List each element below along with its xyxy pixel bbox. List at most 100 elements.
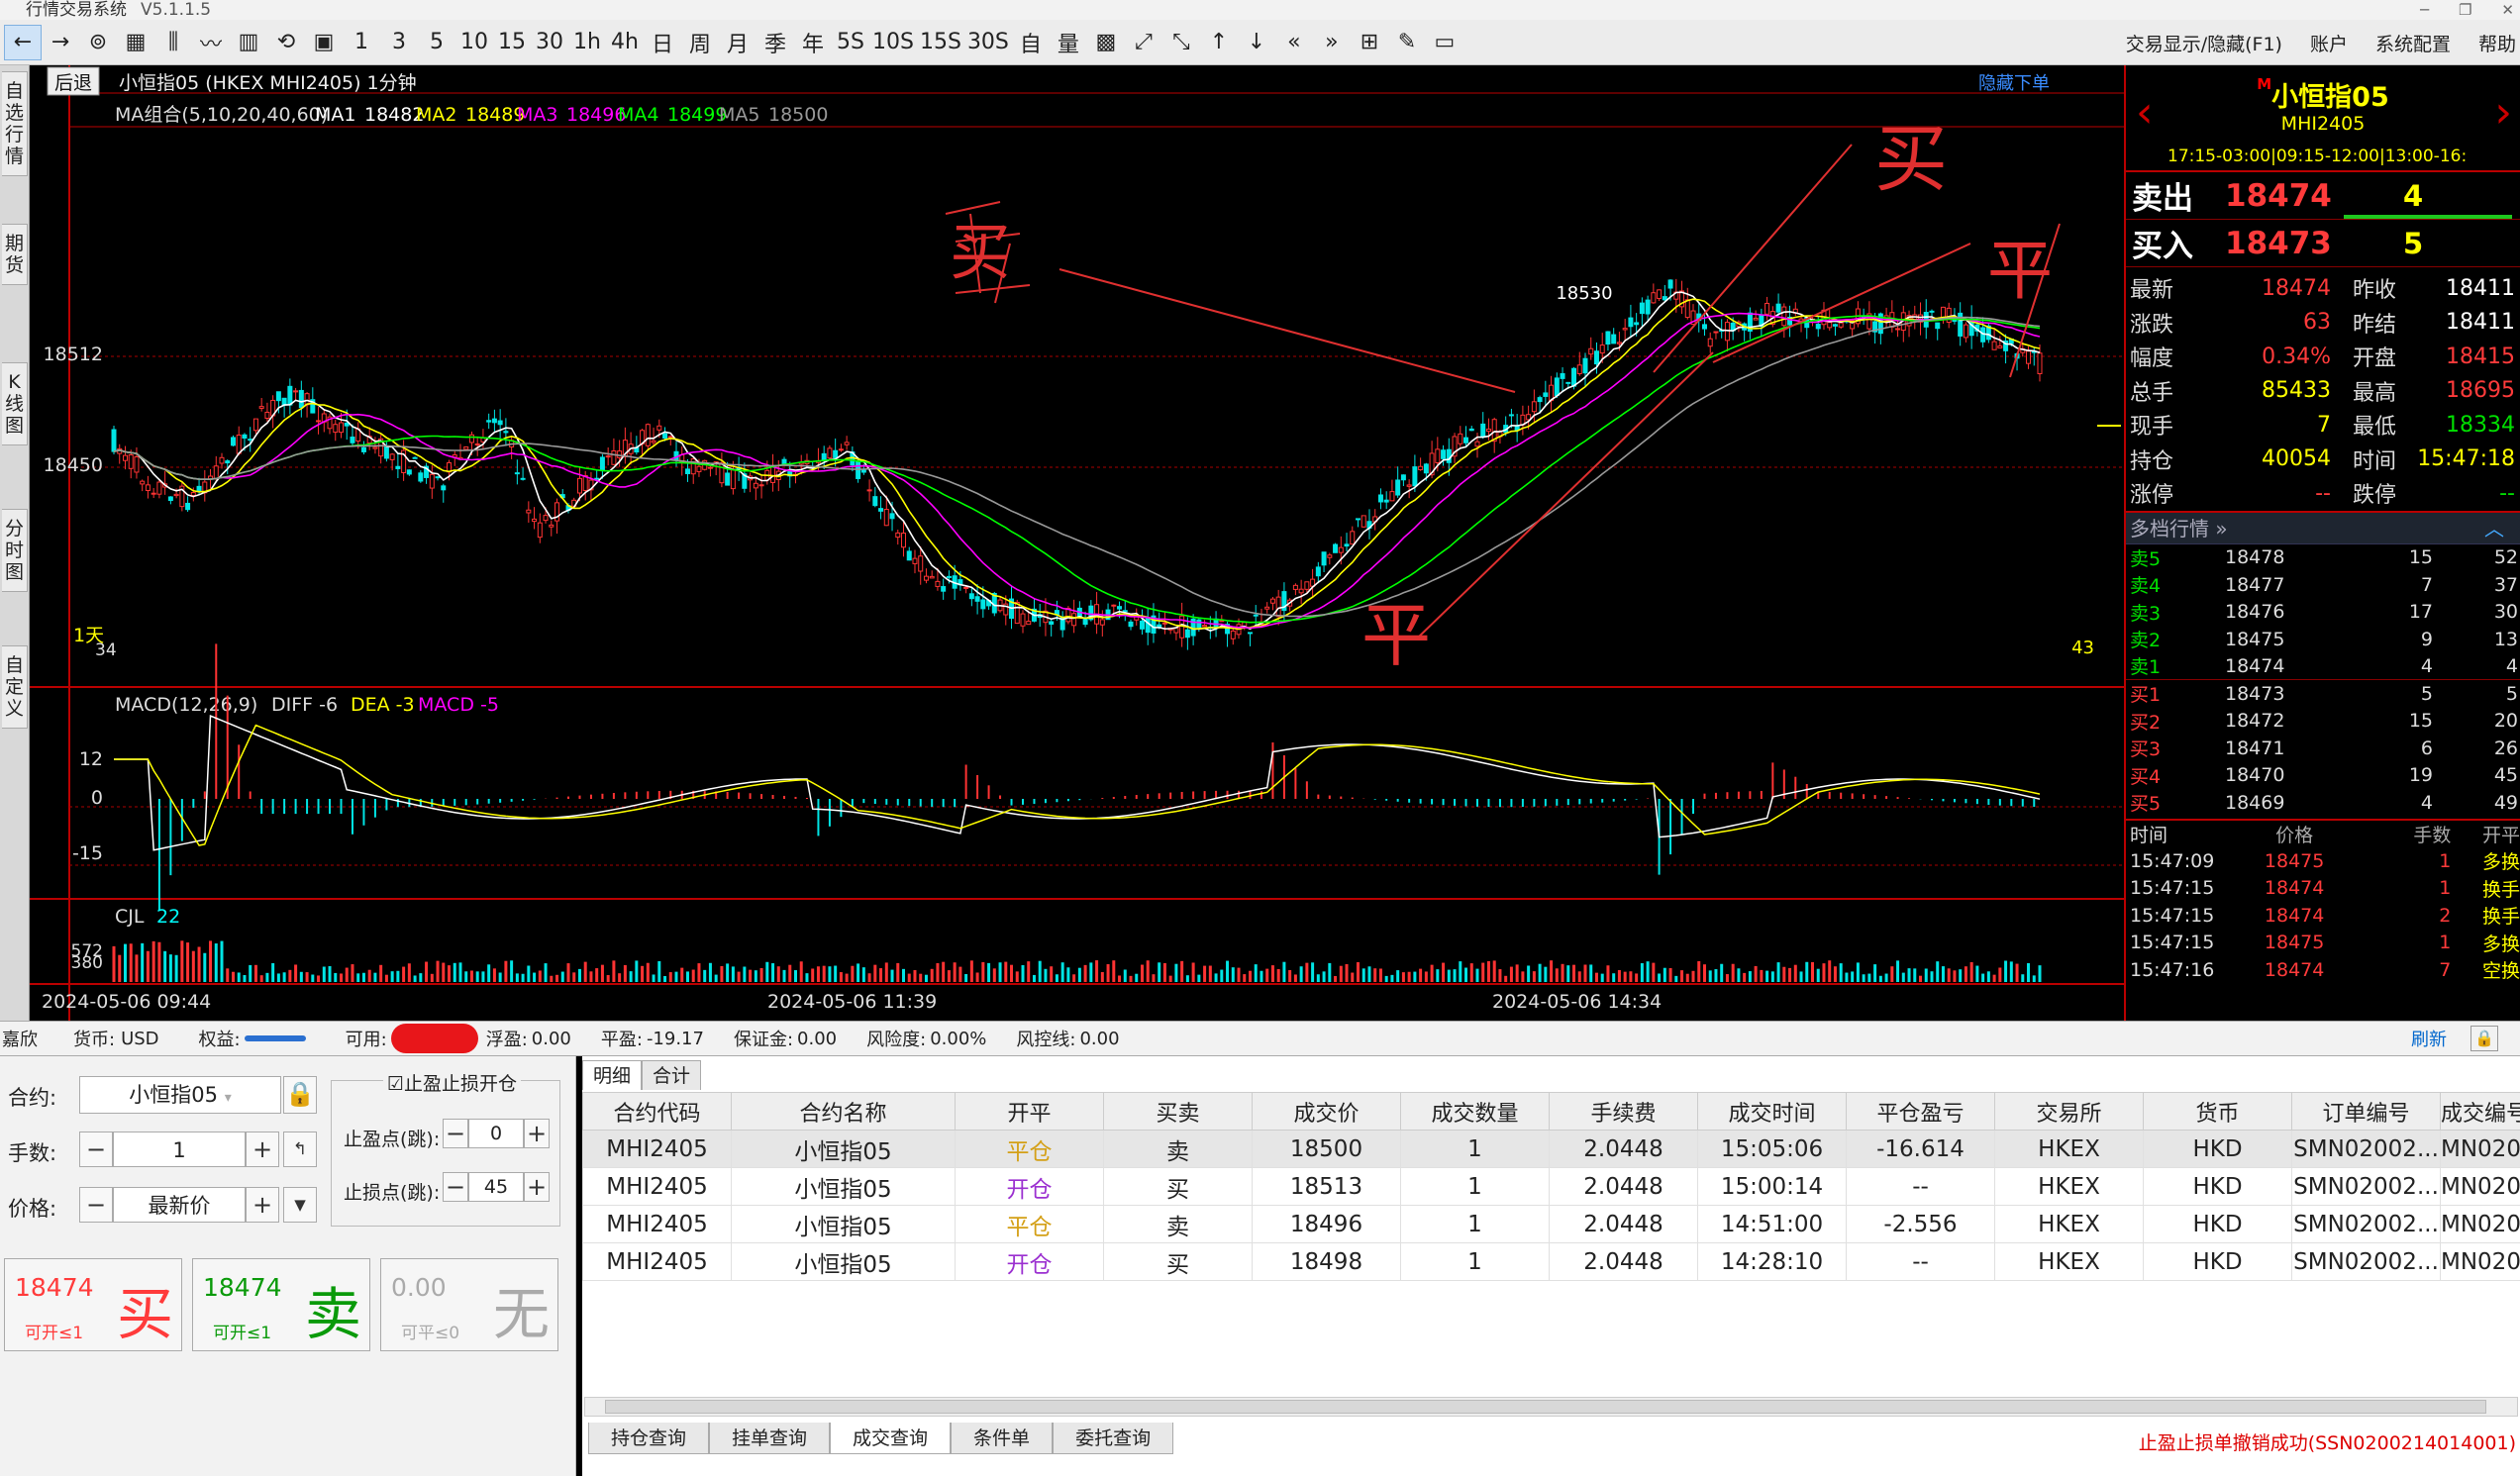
toolbar-item[interactable]: ↑ — [1200, 25, 1238, 60]
qty-minus-button[interactable]: − — [79, 1132, 113, 1167]
checkbox-checked-icon[interactable]: ☑ — [387, 1073, 404, 1095]
price-minus-button[interactable]: − — [79, 1187, 113, 1223]
toolbar-item[interactable]: 5S — [832, 25, 869, 60]
column-header[interactable]: 交易所 — [1994, 1092, 2144, 1131]
depth-row[interactable]: 卖5 18478 15 52 — [2126, 544, 2520, 572]
price-plus-button[interactable]: + — [246, 1187, 279, 1223]
toolbar-item[interactable]: 30 — [531, 25, 568, 60]
column-header[interactable]: 手续费 — [1549, 1092, 1698, 1131]
toolbar-item[interactable]: ⟲ — [267, 25, 305, 60]
lock-icon[interactable]: 🔒 — [283, 1076, 317, 1114]
column-header[interactable]: 成交编号 — [2440, 1092, 2520, 1131]
depth-row[interactable]: 买3 18471 6 26 — [2126, 735, 2520, 762]
price-input[interactable]: 最新价 — [113, 1187, 246, 1223]
toolbar-item[interactable]: ▦ — [117, 25, 154, 60]
query-tab[interactable]: 挂单查询 — [709, 1423, 831, 1454]
chevron-up-icon[interactable]: ︿ — [2484, 513, 2504, 544]
depth-row[interactable]: 买5 18469 4 49 — [2126, 789, 2520, 817]
toolbar-right-item[interactable]: 系统配置 — [2375, 30, 2451, 56]
chart-canvas[interactable]: 后退 小恒指05 (HKEX MHI2405) 1分钟 隐藏下单 MA组合(5,10,… — [30, 65, 2124, 1021]
sell-button[interactable]: 18474 可开≤1 卖 — [192, 1258, 370, 1351]
contract-select[interactable]: 小恒指05 ▾ — [79, 1076, 281, 1114]
grid-tab[interactable]: 明细 — [582, 1060, 643, 1090]
depth-row[interactable]: 买4 18470 19 45 — [2126, 762, 2520, 790]
sell-row[interactable]: 卖出 18474 4 — [2126, 172, 2520, 220]
restore-icon[interactable]: ❐ — [2459, 0, 2471, 20]
depth-row[interactable]: 卖3 18476 17 30 — [2126, 599, 2520, 627]
column-header[interactable]: 成交价 — [1252, 1092, 1401, 1131]
left-tab[interactable]: K线图 — [2, 362, 28, 445]
toolbar-item[interactable]: ▣ — [305, 25, 343, 60]
column-header[interactable]: 成交数量 — [1400, 1092, 1550, 1131]
buy-row[interactable]: 买入 18473 5 — [2126, 220, 2520, 267]
toolbar-item[interactable]: 5 — [418, 25, 455, 60]
buy-button[interactable]: 18474 可开≤1 买 — [4, 1258, 182, 1351]
toolbar-item[interactable]: 季 — [756, 25, 794, 60]
close-icon[interactable]: ✕ — [2501, 0, 2514, 20]
query-tab[interactable]: 持仓查询 — [588, 1423, 710, 1454]
refresh-button[interactable]: 刷新 — [2411, 1026, 2447, 1051]
toolbar-item[interactable]: ⊚ — [79, 25, 117, 60]
tp-input[interactable]: 0 — [468, 1119, 524, 1148]
toolbar-item[interactable]: 1 — [343, 25, 380, 60]
toolbar-item[interactable]: ▩ — [1087, 25, 1125, 60]
column-header[interactable]: 开平 — [955, 1092, 1104, 1131]
tp-minus-button[interactable]: − — [443, 1119, 468, 1148]
column-header[interactable]: 订单编号 — [2291, 1092, 2441, 1131]
column-header[interactable]: 成交时间 — [1697, 1092, 1847, 1131]
close-position-button[interactable]: 0.00 可平≤0 无 — [380, 1258, 558, 1351]
hide-order-link[interactable]: 隐藏下单 — [1978, 73, 2050, 94]
column-header[interactable]: 合约代码 — [582, 1092, 732, 1131]
sl-minus-button[interactable]: − — [443, 1172, 468, 1202]
table-row[interactable]: MHI2405 小恒指05 开仓买 18498 1 2.0448 14:28:10 -- HKE… — [582, 1242, 2520, 1281]
toolbar-item[interactable]: 年 — [794, 25, 832, 60]
toolbar-item[interactable]: 15 — [493, 25, 531, 60]
toolbar-item[interactable]: ✎ — [1388, 25, 1426, 60]
toolbar-right-item[interactable]: 帮助 — [2478, 30, 2516, 56]
depth-row[interactable]: 卖2 18475 9 13 — [2126, 626, 2520, 653]
qty-plus-button[interactable]: + — [246, 1132, 279, 1167]
table-row[interactable]: MHI2405 小恒指05 平仓卖 18500 1 2.0448 15:05:06 -16.6… — [582, 1130, 2520, 1168]
sl-plus-button[interactable]: + — [524, 1172, 550, 1202]
reset-qty-icon[interactable]: ↰ — [283, 1132, 317, 1167]
column-header[interactable]: 合约名称 — [731, 1092, 956, 1131]
toolbar-item[interactable]: 日 — [644, 25, 681, 60]
next-contract-icon[interactable]: › — [2494, 91, 2512, 135]
left-tab[interactable]: 自选行情 — [2, 71, 28, 176]
toolbar-item[interactable]: 月 — [719, 25, 756, 60]
toolbar-item[interactable]: 4h — [606, 25, 644, 60]
depth-row[interactable]: 买1 18473 5 5 — [2126, 680, 2520, 708]
depth-row[interactable]: 买2 18472 15 20 — [2126, 708, 2520, 736]
query-tab[interactable]: 委托查询 — [1053, 1423, 1174, 1454]
toolbar-item[interactable]: 10 — [455, 25, 493, 60]
table-row[interactable]: MHI2405 小恒指05 开仓买 18513 1 2.0448 15:00:14 -- HKE… — [582, 1167, 2520, 1206]
query-tab[interactable]: 条件单 — [951, 1423, 1054, 1454]
left-tab[interactable]: 期货 — [2, 224, 28, 285]
toolbar-item[interactable]: 量 — [1050, 25, 1087, 60]
toolbar-item[interactable]: ⫼ — [154, 25, 192, 60]
toolbar-item[interactable]: 30S — [964, 25, 1012, 60]
toolbar-item[interactable]: ▥ — [230, 25, 267, 60]
toolbar-item[interactable]: « — [1275, 25, 1313, 60]
toolbar-item[interactable]: 10S — [869, 25, 917, 60]
left-tab[interactable]: 自定义 — [2, 645, 28, 729]
toolbar-item[interactable]: → — [42, 25, 79, 60]
query-tab[interactable]: 成交查询 — [830, 1423, 952, 1454]
toolbar-item[interactable]: ⊞ — [1351, 25, 1388, 60]
grid-tab[interactable]: 合计 — [642, 1060, 702, 1090]
table-row[interactable]: MHI2405 小恒指05 平仓卖 18496 1 2.0448 14:51:00 -2.55… — [582, 1205, 2520, 1243]
toolbar-item[interactable]: 自 — [1012, 25, 1050, 60]
toolbar-item[interactable]: ← — [4, 24, 42, 60]
minimize-icon[interactable]: ─ — [2420, 0, 2429, 20]
column-header[interactable]: 平仓盈亏 — [1846, 1092, 1995, 1131]
scrollbar-thumb[interactable] — [605, 1400, 2486, 1414]
lock-icon[interactable]: 🔒 — [2470, 1026, 2498, 1051]
column-header[interactable]: 买卖 — [1103, 1092, 1253, 1131]
toolbar-item[interactable]: 3 — [380, 25, 418, 60]
depth-row[interactable]: 卖1 18474 4 4 — [2126, 653, 2520, 680]
column-header[interactable]: 货币 — [2143, 1092, 2292, 1131]
toolbar-item[interactable]: ▭ — [1426, 25, 1463, 60]
depth-row[interactable]: 卖4 18477 7 37 — [2126, 571, 2520, 599]
toolbar-item[interactable]: 周 — [681, 25, 719, 60]
depth-header[interactable]: 多档行情 » ︿ — [2126, 512, 2520, 544]
